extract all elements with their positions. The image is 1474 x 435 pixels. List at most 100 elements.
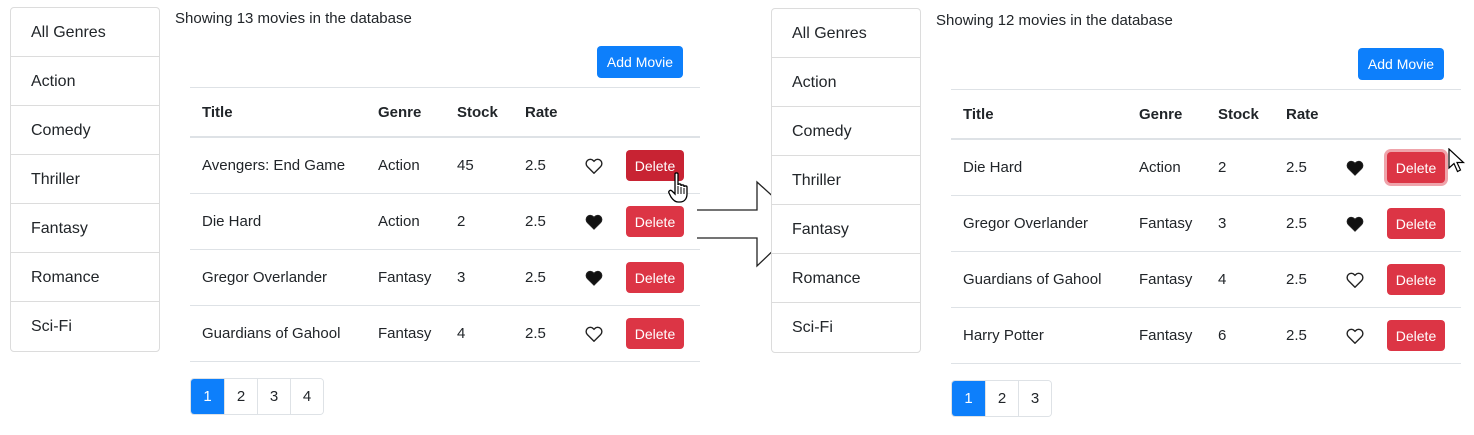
movie-stock: 2 [457, 213, 466, 230]
table-header: Title Genre Stock Rate [951, 89, 1461, 140]
genre-item-thriller[interactable]: Thriller [772, 156, 920, 205]
heart-outline-icon[interactable] [1345, 308, 1365, 363]
genre-list: All Genres Action Comedy Thriller Fantas… [771, 8, 921, 353]
table-row: Gregor Overlander Fantasy 3 2.5 Delete [190, 250, 700, 306]
table-row: Guardians of Gahool Fantasy 4 2.5 Delete [190, 306, 700, 362]
page-link-1[interactable]: 1 [191, 379, 224, 414]
header-genre[interactable]: Genre [1139, 90, 1182, 138]
genre-item-sci-fi[interactable]: Sci-Fi [772, 303, 920, 352]
delete-button[interactable]: Delete [1387, 208, 1445, 239]
movie-stock: 2 [1218, 159, 1227, 176]
heart-filled-icon[interactable] [1345, 140, 1365, 195]
movie-genre: Fantasy [1139, 215, 1193, 232]
movie-stock: 4 [1218, 271, 1227, 288]
movie-title: Die Hard [963, 159, 1023, 176]
movies-table: Title Genre Stock Rate Avengers: End Gam… [190, 87, 700, 362]
movie-count-summary: Showing 13 movies in the database [175, 10, 412, 27]
delete-button[interactable]: Delete [1387, 152, 1445, 183]
movie-title: Guardians of Gahool [963, 271, 1102, 288]
movie-rate: 2.5 [525, 269, 546, 286]
delete-cell: Delete [1387, 196, 1445, 251]
table-row: Guardians of Gahool Fantasy 4 2.5 Delete [951, 252, 1461, 308]
genre-item-comedy[interactable]: Comedy [772, 107, 920, 156]
page-link-2[interactable]: 2 [985, 381, 1018, 416]
add-movie-button[interactable]: Add Movie [1358, 48, 1444, 80]
movie-stock: 4 [457, 325, 466, 342]
table-row: Harry Potter Fantasy 6 2.5 Delete [951, 308, 1461, 364]
pagination: 1234 [190, 378, 324, 415]
movie-count-summary: Showing 12 movies in the database [936, 12, 1173, 29]
header-stock[interactable]: Stock [1218, 90, 1259, 138]
genre-item-sci-fi[interactable]: Sci-Fi [11, 302, 159, 351]
table-row: Gregor Overlander Fantasy 3 2.5 Delete [951, 196, 1461, 252]
heart-filled-icon[interactable] [584, 194, 604, 249]
genre-item-all-genres[interactable]: All Genres [11, 8, 159, 57]
heart-outline-icon[interactable] [1345, 252, 1365, 307]
movie-genre: Fantasy [1139, 327, 1193, 344]
movie-genre: Fantasy [1139, 271, 1193, 288]
page-link-3[interactable]: 3 [257, 379, 290, 414]
delete-cell: Delete [1387, 140, 1445, 195]
delete-cell: Delete [1387, 308, 1445, 363]
header-stock[interactable]: Stock [457, 88, 498, 136]
genre-item-action[interactable]: Action [772, 58, 920, 107]
movie-title: Harry Potter [963, 327, 1044, 344]
movie-rate: 2.5 [1286, 271, 1307, 288]
movie-rate: 2.5 [1286, 215, 1307, 232]
genre-item-romance[interactable]: Romance [772, 254, 920, 303]
page-link-4[interactable]: 4 [290, 379, 323, 414]
page-link-1[interactable]: 1 [952, 381, 985, 416]
delete-button[interactable]: Delete [626, 262, 684, 293]
heart-outline-icon[interactable] [584, 138, 604, 193]
movie-genre: Fantasy [378, 325, 432, 342]
pagination: 123 [951, 380, 1052, 417]
table-row: Die Hard Action 2 2.5 Delete [951, 140, 1461, 196]
movie-genre: Action [378, 157, 420, 174]
genre-item-all-genres[interactable]: All Genres [772, 9, 920, 58]
movie-stock: 6 [1218, 327, 1227, 344]
header-genre[interactable]: Genre [378, 88, 421, 136]
delete-button[interactable]: Delete [1387, 264, 1445, 295]
movie-genre: Action [1139, 159, 1181, 176]
heart-filled-icon[interactable] [584, 250, 604, 305]
genre-item-action[interactable]: Action [11, 57, 159, 106]
delete-cell: Delete [1387, 252, 1445, 307]
delete-cell: Delete [626, 250, 684, 305]
delete-button[interactable]: Delete [626, 318, 684, 349]
movie-rate: 2.5 [1286, 159, 1307, 176]
header-title[interactable]: Title [202, 88, 233, 136]
add-movie-button[interactable]: Add Movie [597, 46, 683, 78]
movie-title: Guardians of Gahool [202, 325, 341, 342]
genre-item-thriller[interactable]: Thriller [11, 155, 159, 204]
genre-item-fantasy[interactable]: Fantasy [772, 205, 920, 254]
genre-item-comedy[interactable]: Comedy [11, 106, 159, 155]
movie-title: Gregor Overlander [963, 215, 1089, 232]
hand-cursor-icon [668, 172, 688, 203]
before-panel: All Genres Action Comedy Thriller Fantas… [0, 0, 720, 435]
movies-table: Title Genre Stock Rate Die Hard Action 2 2.… [951, 89, 1461, 364]
header-rate[interactable]: Rate [1286, 90, 1319, 138]
page-link-2[interactable]: 2 [224, 379, 257, 414]
arrow-cursor-icon [1448, 148, 1466, 173]
movie-rate: 2.5 [525, 157, 546, 174]
heart-outline-icon[interactable] [584, 306, 604, 361]
movie-title: Avengers: End Game [202, 157, 346, 174]
movie-title: Die Hard [202, 213, 262, 230]
movie-stock: 45 [457, 157, 474, 174]
header-rate[interactable]: Rate [525, 88, 558, 136]
movie-stock: 3 [457, 269, 466, 286]
genre-list: All Genres Action Comedy Thriller Fantas… [10, 7, 160, 352]
after-panel: All Genres Action Comedy Thriller Fantas… [760, 0, 1474, 435]
movie-stock: 3 [1218, 215, 1227, 232]
page-link-3[interactable]: 3 [1018, 381, 1051, 416]
heart-filled-icon[interactable] [1345, 196, 1365, 251]
delete-button[interactable]: Delete [626, 206, 684, 237]
genre-item-fantasy[interactable]: Fantasy [11, 204, 159, 253]
movie-genre: Fantasy [378, 269, 432, 286]
delete-button[interactable]: Delete [1387, 320, 1445, 351]
genre-item-romance[interactable]: Romance [11, 253, 159, 302]
header-title[interactable]: Title [963, 90, 994, 138]
table-body: Die Hard Action 2 2.5 Delete Gregor Overlande… [951, 140, 1461, 364]
table-row: Avengers: End Game Action 45 2.5 Delete [190, 138, 700, 194]
table-body: Avengers: End Game Action 45 2.5 Delete Die H… [190, 138, 700, 362]
